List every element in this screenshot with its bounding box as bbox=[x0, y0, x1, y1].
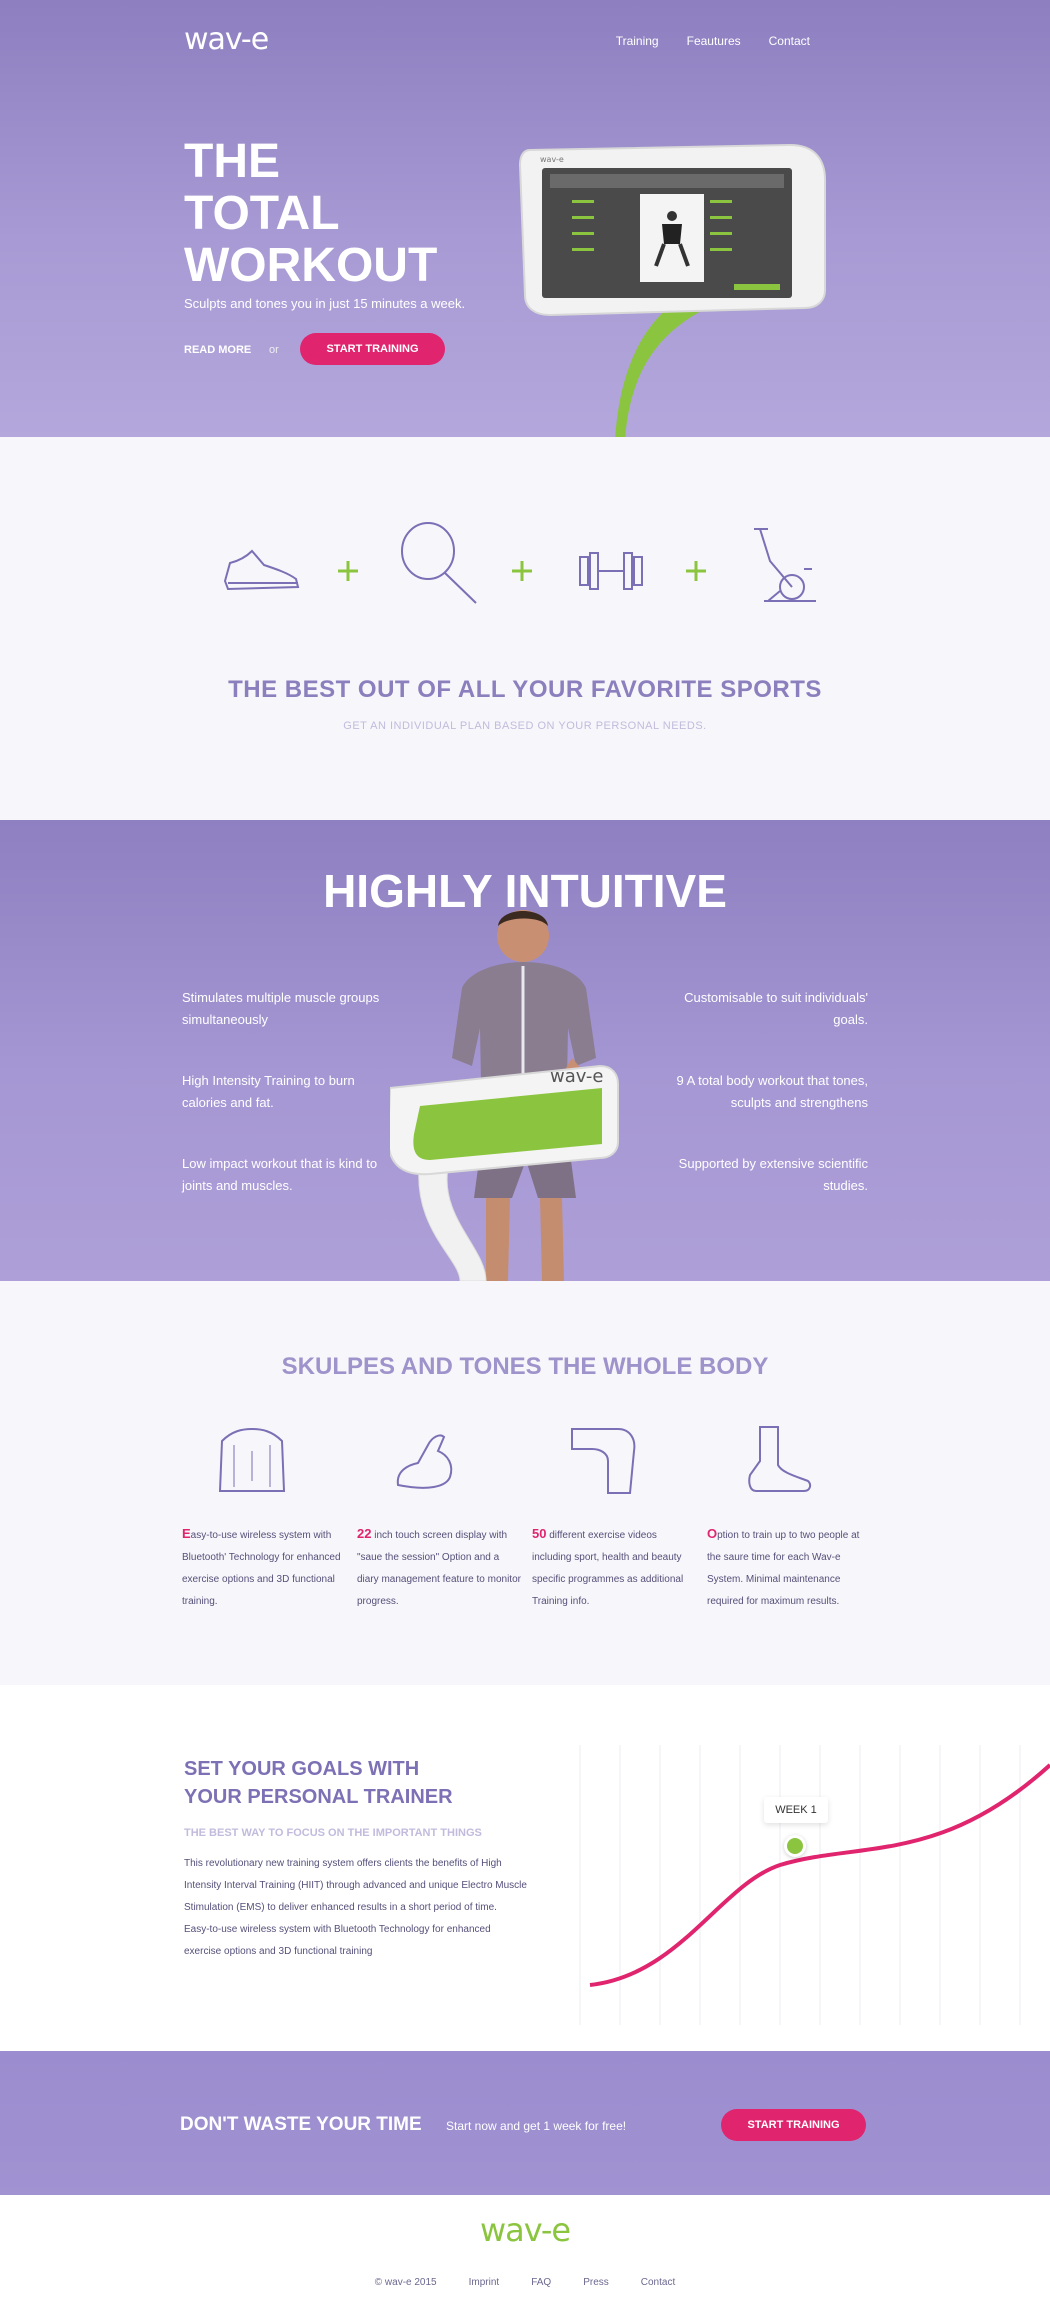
nav-item-contact[interactable]: Contact bbox=[769, 34, 810, 48]
dumbbell-icon bbox=[579, 552, 643, 590]
sneaker-icon bbox=[223, 549, 300, 591]
trainer-with-device-image: wav-e bbox=[390, 910, 619, 1281]
body-title: SKULPES AND TONES THE WHOLE BODY bbox=[281, 1353, 769, 1380]
svg-text:wav-e: wav-e bbox=[550, 1066, 604, 1087]
goals-title-line: YOUR PERSONAL TRAINER bbox=[184, 1786, 453, 1808]
foot-icon bbox=[748, 1426, 812, 1492]
feature-number: E bbox=[182, 1526, 191, 1541]
body-section: SKULPES AND TONES THE WHOLE BODY Easy-to… bbox=[0, 1281, 1050, 1685]
hero-title-line: TOTAL bbox=[184, 187, 340, 240]
cta-title: DON'T WASTE YOUR TIME bbox=[180, 2114, 422, 2135]
footer-logo[interactable]: wav-e bbox=[0, 2211, 1050, 2249]
footer-link-imprint[interactable]: Imprint bbox=[469, 2277, 500, 2288]
progress-curve bbox=[579, 1745, 1050, 2025]
cta-subtitle: Start now and get 1 week for free! bbox=[446, 2119, 627, 2133]
feature-number: 22 bbox=[357, 1526, 372, 1541]
footer-link-press[interactable]: Press bbox=[583, 2277, 609, 2288]
feature-left-2: High Intensity Training to burn calories… bbox=[182, 1073, 355, 1110]
exercise-bike-icon bbox=[754, 528, 816, 602]
wave-device-image: wav-e bbox=[518, 143, 826, 437]
cta-section: DON'T WASTE YOUR TIME Start now and get … bbox=[0, 2051, 1050, 2195]
goals-title: SET YOUR GOALS WITH YOUR PERSONAL TRAINE… bbox=[184, 1755, 453, 1811]
sport-icons-row bbox=[223, 522, 816, 604]
hero-title: THE TOTAL WORKOUT bbox=[184, 136, 437, 292]
goals-section: SET YOUR GOALS WITH YOUR PERSONAL TRAINE… bbox=[0, 1685, 1050, 2051]
svg-text:wav-e: wav-e bbox=[540, 155, 564, 164]
logo[interactable]: wav-e bbox=[184, 22, 269, 57]
goals-paragraph: This revolutionary new training system o… bbox=[184, 1858, 527, 1913]
feature-left-1: Stimulates multiple muscle groups simult… bbox=[182, 990, 380, 1027]
feature-left-3: Low impact workout that is kind to joint… bbox=[182, 1156, 378, 1193]
plus-icon bbox=[686, 561, 706, 581]
nav-item-training[interactable]: Training bbox=[616, 34, 659, 48]
feature-desc: ption to train up to two people at the s… bbox=[707, 1530, 860, 1607]
or-text: or bbox=[269, 344, 279, 356]
main-nav: Training Feautures Contact bbox=[616, 34, 810, 48]
footer-links: © wav-e 2015 Imprint FAQ Press Contact bbox=[0, 2277, 1050, 2288]
torso-icon bbox=[218, 1427, 286, 1492]
feature-desc: asy-to-use wireless system with Bluetoot… bbox=[182, 1530, 341, 1607]
thigh-icon bbox=[571, 1428, 636, 1494]
feature-number: O bbox=[707, 1526, 718, 1541]
feature-right-3: Supported by extensive scientific studie… bbox=[678, 1156, 868, 1193]
nav-item-features[interactable]: Feautures bbox=[687, 34, 741, 48]
hero-subtitle: Sculpts and tones you in just 15 minutes… bbox=[184, 296, 466, 311]
week-marker[interactable] bbox=[784, 1835, 806, 1857]
hero-section: wav-e Training Feautures Contact THE TOT… bbox=[0, 0, 1050, 437]
start-training-button[interactable]: START TRAINING bbox=[300, 333, 445, 365]
feature-text-2: 22 inch touch screen display with "saue … bbox=[357, 1523, 522, 1613]
goals-title-line: SET YOUR GOALS WITH bbox=[184, 1758, 420, 1780]
sports-subtitle: GET AN INDIVIDUAL PLAN BASED ON YOUR PER… bbox=[343, 720, 707, 732]
sports-section: THE BEST OUT OF ALL YOUR FAVORITE SPORTS… bbox=[0, 437, 1050, 820]
intuitive-section: HIGHLY INTUITIVE Stimulates multiple mus… bbox=[0, 820, 1050, 1281]
copyright: © wav-e 2015 bbox=[374, 2277, 437, 2288]
plus-icon bbox=[512, 561, 532, 581]
feature-desc: different exercise videos including spor… bbox=[532, 1530, 684, 1607]
cta-start-training-button[interactable]: START TRAINING bbox=[721, 2109, 866, 2141]
plus-icon bbox=[338, 561, 358, 581]
feature-number: 50 bbox=[532, 1526, 547, 1541]
goals-body: This revolutionary new training system o… bbox=[184, 1853, 529, 1963]
read-more-link[interactable]: READ MORE bbox=[184, 344, 251, 356]
tennis-racket-icon bbox=[401, 522, 477, 604]
sports-title: THE BEST OUT OF ALL YOUR FAVORITE SPORTS bbox=[228, 676, 822, 703]
feature-text-3: 50 different exercise videos including s… bbox=[532, 1523, 697, 1613]
bicep-icon bbox=[396, 1434, 453, 1489]
footer: wav-e © wav-e 2015 Imprint FAQ Press Con… bbox=[0, 2195, 1050, 2313]
feature-desc: inch touch screen display with "saue the… bbox=[357, 1530, 521, 1607]
feature-right-1: Customisable to suit individuals' goals. bbox=[684, 990, 868, 1027]
goals-kicker: THE BEST WAY TO FOCUS ON THE IMPORTANT T… bbox=[184, 1827, 482, 1839]
hero-title-line: WORKOUT bbox=[184, 239, 438, 292]
week-label: WEEK 1 bbox=[764, 1797, 828, 1823]
goals-paragraph: Easy-to-use wireless system with Bluetoo… bbox=[184, 1924, 491, 1957]
feature-right-2: 9 A total body workout that tones, sculp… bbox=[676, 1073, 868, 1110]
footer-link-contact[interactable]: Contact bbox=[641, 2277, 675, 2288]
feature-text-4: Option to train up to two people at the … bbox=[707, 1523, 872, 1613]
intuitive-title: HIGHLY INTUITIVE bbox=[323, 865, 727, 917]
hero-title-line: THE bbox=[184, 135, 280, 188]
footer-link-faq[interactable]: FAQ bbox=[531, 2277, 551, 2288]
feature-text-1: Easy-to-use wireless system with Bluetoo… bbox=[182, 1523, 347, 1613]
